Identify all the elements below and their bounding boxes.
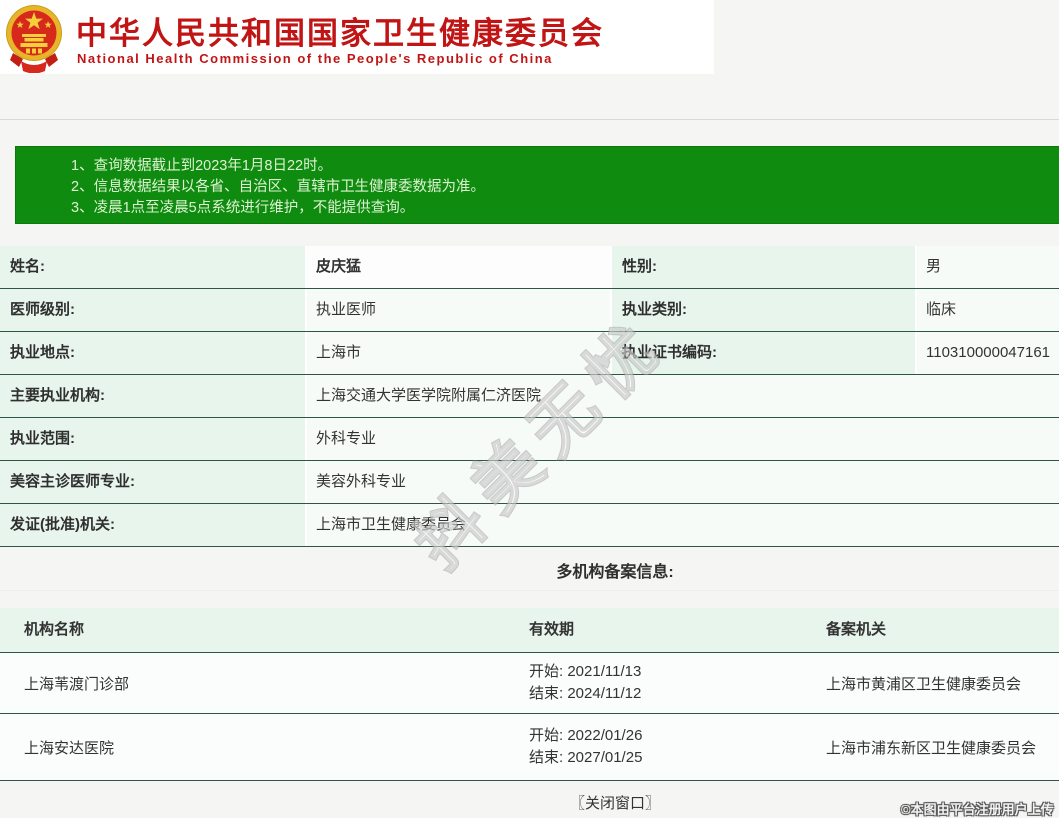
table-row: 执业地点: 上海市 执业证书编码: 110310000047161 — [0, 332, 1059, 375]
notice-line: 1、查询数据截止到2023年1月8日22时。 — [71, 158, 333, 174]
filing-table: 机构名称 有效期 备案机关 上海苇渡门诊部 开始: 2021/11/13 结束:… — [0, 608, 1059, 781]
filing-header-row: 机构名称 有效期 备案机关 — [0, 608, 1059, 653]
filing-row: 上海安达医院 开始: 2022/01/26 结束: 2027/01/25 上海市… — [0, 714, 1059, 781]
filing-row: 上海苇渡门诊部 开始: 2021/11/13 结束: 2024/11/12 上海… — [0, 653, 1059, 714]
table-row: 美容主诊医师专业: 美容外科专业 — [0, 461, 1059, 504]
field-value-practice-location: 上海市 — [307, 332, 610, 374]
field-label-practice-scope: 执业范围: — [0, 418, 305, 460]
field-label-name: 姓名: — [0, 246, 305, 288]
filing-section-title: 多机构备案信息: — [556, 564, 674, 581]
field-value-practice-category: 临床 — [917, 289, 1059, 331]
doctor-info-table: 姓名: 皮庆猛 性别: 男 医师级别: 执业医师 执业类别: 临床 执业地点: … — [0, 246, 1059, 547]
validity-start: 开始: 2021/11/13 — [529, 663, 642, 680]
validity-end: 结束: 2024/11/12 — [529, 685, 642, 702]
header-divider — [0, 119, 1059, 120]
site-header: 中华人民共和国国家卫生健康委员会 National Health Commiss… — [0, 0, 714, 74]
field-value-doctor-level: 执业医师 — [307, 289, 610, 331]
field-value-certificate-number: 110310000047161 — [917, 332, 1059, 374]
column-header-institution: 机构名称 — [24, 621, 85, 638]
field-value-issuing-authority: 上海市卫生健康委员会 — [307, 504, 1059, 546]
field-label-gender: 性别: — [612, 246, 915, 288]
table-row: 执业范围: 外科专业 — [0, 418, 1059, 461]
table-row: 发证(批准)机关: 上海市卫生健康委员会 — [0, 504, 1059, 547]
notice-line: 2、信息数据结果以各省、自治区、直辖市卫生健康委数据为准。 — [71, 179, 486, 195]
table-row: 姓名: 皮庆猛 性别: 男 — [0, 246, 1059, 289]
national-emblem-icon — [6, 5, 62, 73]
field-value-name: 皮庆猛 — [307, 246, 610, 288]
close-window-link[interactable]: 〖关闭窗口〗 — [570, 795, 660, 812]
section-divider — [0, 590, 1059, 591]
page: 中华人民共和国国家卫生健康委员会 National Health Commiss… — [0, 0, 1059, 817]
filing-institution: 上海苇渡门诊部 — [24, 675, 130, 693]
field-label-doctor-level: 医师级别: — [0, 289, 305, 331]
field-label-cosmetic-specialty: 美容主诊医师专业: — [0, 461, 305, 503]
field-label-practice-category: 执业类别: — [612, 289, 915, 331]
bottom-right-watermark: ©本图由平台注册用户上传 — [901, 802, 1054, 817]
filing-validity: 开始: 2022/01/26 结束: 2027/01/25 — [505, 714, 805, 780]
table-row: 医师级别: 执业医师 执业类别: 临床 — [0, 289, 1059, 332]
field-value-gender: 男 — [917, 246, 1059, 288]
filing-authority: 上海市黄浦区卫生健康委员会 — [826, 675, 1022, 693]
field-value-practice-scope: 外科专业 — [307, 418, 1059, 460]
filing-section-band: 多机构备案信息: — [0, 547, 1059, 608]
site-title-english: National Health Commission of the People… — [77, 51, 553, 66]
notice-box: 1、查询数据截止到2023年1月8日22时。 2、信息数据结果以各省、自治区、直… — [15, 146, 1059, 224]
validity-start: 开始: 2022/01/26 — [529, 727, 643, 744]
field-label-issuing-authority: 发证(批准)机关: — [0, 504, 305, 546]
field-value-cosmetic-specialty: 美容外科专业 — [307, 461, 1059, 503]
column-header-authority: 备案机关 — [826, 621, 887, 638]
validity-end: 结束: 2027/01/25 — [529, 749, 643, 766]
filing-institution: 上海安达医院 — [24, 739, 115, 757]
filing-validity: 开始: 2021/11/13 结束: 2024/11/12 — [505, 653, 805, 713]
field-label-practice-location: 执业地点: — [0, 332, 305, 374]
field-label-main-institution: 主要执业机构: — [0, 375, 305, 417]
table-row: 主要执业机构: 上海交通大学医学院附属仁济医院 — [0, 375, 1059, 418]
field-label-certificate-number: 执业证书编码: — [612, 332, 915, 374]
field-value-main-institution: 上海交通大学医学院附属仁济医院 — [307, 375, 1059, 417]
notice-line: 3、凌晨1点至凌晨5点系统进行维护，不能提供查询。 — [71, 200, 415, 216]
site-title-chinese: 中华人民共和国国家卫生健康委员会 — [76, 16, 604, 51]
filing-authority: 上海市浦东新区卫生健康委员会 — [826, 739, 1037, 757]
column-header-validity: 有效期 — [529, 621, 575, 638]
